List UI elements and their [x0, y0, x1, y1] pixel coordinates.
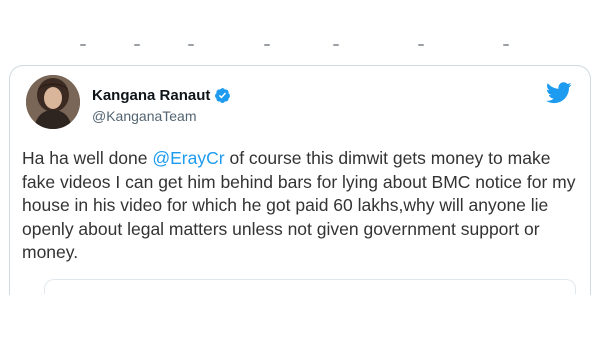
tweet-mention-link[interactable]: @ErayCr — [152, 148, 224, 168]
tweet-text: Ha ha well done @ErayCr of course this d… — [22, 147, 587, 265]
previous-tweet-cutoff — [80, 44, 560, 48]
twitter-bird-icon[interactable] — [545, 82, 572, 104]
author-name-row: Kangana Ranaut — [92, 85, 231, 105]
tweet-text-intro: Ha ha well done — [22, 148, 153, 168]
avatar[interactable] — [26, 75, 80, 129]
embedded-tweet-card[interactable]: Kangana Ranaut @KanganaTeam Ha ha well d… — [9, 65, 591, 295]
avatar-photo — [26, 75, 80, 129]
screenshot-page: Kangana Ranaut @KanganaTeam Ha ha well d… — [0, 0, 600, 360]
verified-badge-icon — [214, 87, 231, 104]
author-display-name[interactable]: Kangana Ranaut — [92, 87, 210, 104]
author-handle[interactable]: @KanganaTeam — [92, 108, 231, 124]
tweet-author[interactable]: Kangana Ranaut @KanganaTeam — [92, 85, 231, 124]
quoted-tweet-edge[interactable] — [44, 279, 576, 294]
